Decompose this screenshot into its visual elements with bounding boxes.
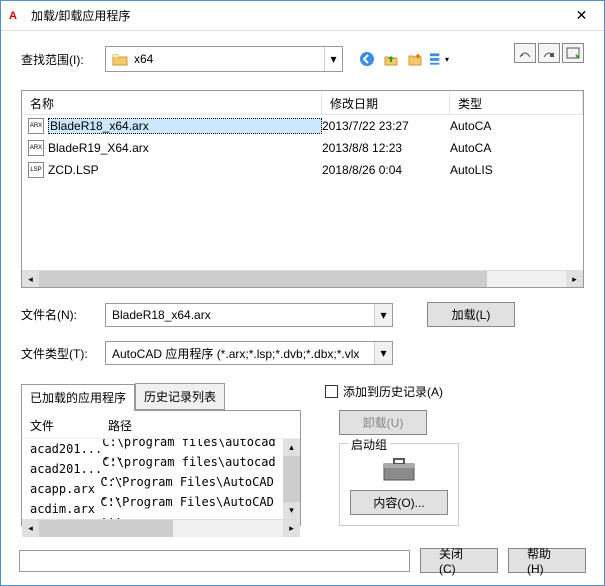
tool-icon-1[interactable] xyxy=(514,43,536,63)
file-type: AutoCA xyxy=(450,119,583,133)
loaded-file: acad201... xyxy=(30,462,102,476)
mini-column-file: 文件 xyxy=(30,417,108,434)
scroll-left-icon[interactable]: ◂ xyxy=(22,520,39,537)
column-date[interactable]: 修改日期 xyxy=(322,91,450,114)
chevron-down-icon[interactable]: ▾ xyxy=(324,47,342,71)
look-in-select[interactable]: x64 ▾ xyxy=(105,46,343,72)
file-icon: ARX xyxy=(28,140,44,156)
scroll-left-icon[interactable]: ◂ xyxy=(22,271,39,288)
mini-column-path: 路径 xyxy=(108,417,132,434)
tab-loaded-apps[interactable]: 已加载的应用程序 xyxy=(21,384,135,411)
tool-icon-3[interactable] xyxy=(562,43,584,63)
look-in-label: 查找范围(I): xyxy=(21,51,105,68)
file-name: ZCD.LSP xyxy=(48,163,322,177)
file-row[interactable]: ARXBladeR18_x64.arx2013/7/22 23:27AutoCA xyxy=(22,115,583,137)
status-input[interactable] xyxy=(19,550,410,572)
help-button[interactable]: 帮助(H) xyxy=(508,548,586,573)
loaded-path: C:\Program Files\AutoCAD ... xyxy=(100,495,283,519)
filename-label: 文件名(N): xyxy=(21,306,105,323)
file-icon: ARX xyxy=(28,118,44,134)
file-row[interactable]: ARX BladeR19_X64.arx2013/8/8 12:23AutoCA xyxy=(22,137,583,159)
startup-title: 启动组 xyxy=(348,436,390,453)
file-name: BladeR19_X64.arx xyxy=(48,141,322,155)
back-icon[interactable] xyxy=(357,49,377,69)
file-type: AutoLIS xyxy=(450,163,583,177)
file-list: 名称 修改日期 类型 ARXBladeR18_x64.arx2013/7/22 … xyxy=(21,90,584,288)
file-date: 2018/8/26 0:04 xyxy=(322,163,450,177)
filetype-select[interactable]: AutoCAD 应用程序 (*.arx;*.lsp;*.dvb;*.dbx;*.… xyxy=(105,341,393,365)
up-icon[interactable] xyxy=(381,49,401,69)
file-type: AutoCA xyxy=(450,141,583,155)
scroll-down-icon[interactable]: ▾ xyxy=(283,502,300,519)
file-icon: LSP xyxy=(28,162,44,178)
tool-icon-2[interactable] xyxy=(538,43,560,63)
chevron-down-icon[interactable]: ▾ xyxy=(374,304,392,326)
scroll-right-icon[interactable]: ▸ xyxy=(566,271,583,288)
contents-button[interactable]: 内容(O)... xyxy=(350,490,448,515)
loaded-file: acad201... xyxy=(30,442,102,456)
close-icon[interactable]: ✕ xyxy=(559,1,604,30)
file-row[interactable]: LSP ZCD.LSP2018/8/26 0:04AutoLIS xyxy=(22,159,583,181)
briefcase-icon xyxy=(382,456,416,482)
loaded-file: acapp.arx xyxy=(30,482,100,496)
loaded-app-row[interactable]: acdim.arxC:\Program Files\AutoCAD ... xyxy=(30,499,283,519)
file-date: 2013/7/22 23:27 xyxy=(322,119,450,133)
filetype-label: 文件类型(T): xyxy=(21,345,105,362)
horizontal-scrollbar[interactable]: ◂ ▸ xyxy=(22,519,300,536)
add-history-checkbox[interactable] xyxy=(325,385,338,398)
load-button[interactable]: 加载(L) xyxy=(427,302,515,327)
new-folder-icon[interactable] xyxy=(405,49,425,69)
loaded-apps-panel: 文件 路径 acad201...C:\program files\autocad… xyxy=(21,410,301,526)
look-in-value: x64 xyxy=(134,52,153,66)
filetype-value: AutoCAD 应用程序 (*.arx;*.lsp;*.dvb;*.dbx;*.… xyxy=(112,345,359,362)
filename-input[interactable]: BladeR18_x64.arx ▾ xyxy=(105,303,393,327)
column-type[interactable]: 类型 xyxy=(450,91,583,114)
column-name[interactable]: 名称 xyxy=(22,91,322,114)
vertical-scrollbar[interactable]: ▴ ▾ xyxy=(283,439,300,519)
app-icon xyxy=(9,8,25,24)
horizontal-scrollbar[interactable]: ◂ ▸ xyxy=(22,270,583,287)
window-title: 加载/卸载应用程序 xyxy=(31,7,559,24)
folder-icon xyxy=(112,52,128,66)
scroll-right-icon[interactable]: ▸ xyxy=(283,520,300,537)
unload-button[interactable]: 卸载(U) xyxy=(339,410,427,435)
file-date: 2013/8/8 12:23 xyxy=(322,141,450,155)
scroll-up-icon[interactable]: ▴ xyxy=(283,439,300,456)
loaded-file: acdim.arx xyxy=(30,502,100,516)
titlebar: 加载/卸载应用程序 ✕ xyxy=(1,1,604,31)
view-menu-icon[interactable]: ▾ xyxy=(429,49,449,69)
tab-history[interactable]: 历史记录列表 xyxy=(135,383,225,410)
add-history-label: 添加到历史记录(A) xyxy=(343,383,443,400)
chevron-down-icon[interactable]: ▾ xyxy=(374,342,392,364)
startup-group: 启动组 内容(O)... xyxy=(339,443,459,526)
filename-value: BladeR18_x64.arx xyxy=(112,308,211,322)
file-name: BladeR18_x64.arx xyxy=(48,118,322,134)
close-button[interactable]: 关闭(C) xyxy=(420,548,498,573)
